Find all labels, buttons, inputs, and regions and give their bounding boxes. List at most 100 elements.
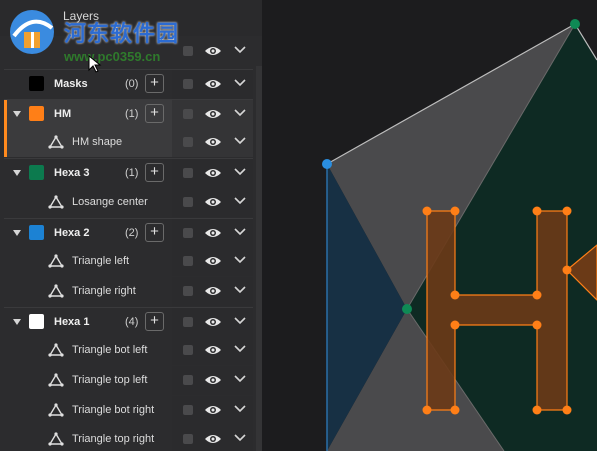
- eye-icon[interactable]: [204, 254, 222, 268]
- group-name: Hexa 2: [54, 227, 90, 239]
- layer-name: Triangle right: [72, 285, 136, 297]
- selection-accent: [4, 128, 7, 157]
- layer-controls: [172, 366, 253, 395]
- eye-icon[interactable]: [204, 166, 222, 180]
- lock-checkbox[interactable]: [183, 109, 193, 119]
- add-layer-button[interactable]: +: [145, 104, 164, 123]
- layer-item-losange-center[interactable]: Losange center: [4, 188, 253, 217]
- chevron-down-icon[interactable]: [234, 168, 246, 176]
- add-layer-button[interactable]: +: [145, 312, 164, 331]
- layer-group-hexa-1[interactable]: Hexa 1 (4) +: [4, 307, 253, 337]
- layer-controls: [172, 159, 253, 188]
- layer-item-triangle-bot-left[interactable]: Triangle bot left: [4, 336, 253, 365]
- child-count: (4): [125, 316, 139, 328]
- layer-group-hexa-2[interactable]: Hexa 2 (2) +: [4, 218, 253, 248]
- caret-down-icon[interactable]: [13, 319, 21, 325]
- eye-icon[interactable]: [204, 284, 222, 298]
- chevron-down-icon[interactable]: [234, 256, 246, 264]
- chevron-down-icon[interactable]: [234, 345, 246, 353]
- eye-icon[interactable]: [204, 107, 222, 121]
- caret-down-icon[interactable]: [13, 230, 21, 236]
- layer-item-triangle-right[interactable]: Triangle right: [4, 277, 253, 306]
- lock-checkbox[interactable]: [183, 405, 193, 415]
- layer-controls: [172, 100, 253, 129]
- chevron-down-icon[interactable]: [234, 405, 246, 413]
- caret-down-icon[interactable]: [13, 111, 21, 117]
- layer-group-hm[interactable]: HM (1) +: [4, 99, 253, 129]
- add-layer-button[interactable]: +: [145, 163, 164, 182]
- add-layer-button[interactable]: +: [145, 223, 164, 242]
- layer-controls: [172, 128, 253, 157]
- color-swatch[interactable]: [29, 225, 44, 240]
- eye-icon[interactable]: [204, 432, 222, 446]
- layer-group-hexa-3[interactable]: Hexa 3 (1) +: [4, 158, 253, 188]
- layer-item-hm-shape[interactable]: HM shape: [4, 128, 253, 157]
- layer-controls: [172, 396, 253, 425]
- eye-icon[interactable]: [204, 343, 222, 357]
- lock-checkbox[interactable]: [183, 434, 193, 444]
- chevron-down-icon[interactable]: [234, 286, 246, 294]
- lock-checkbox[interactable]: [183, 168, 193, 178]
- lock-checkbox[interactable]: [183, 256, 193, 266]
- lock-checkbox[interactable]: [183, 286, 193, 296]
- layer-item-triangle-top-right[interactable]: Triangle top right: [4, 425, 253, 451]
- layer-controls: [172, 308, 253, 337]
- watermark-logo: [10, 10, 54, 54]
- layer-group-masks[interactable]: Masks (0) +: [4, 69, 253, 99]
- green-anchor-center[interactable]: [402, 304, 412, 314]
- group-name: Hexa 1: [54, 316, 90, 328]
- layer-item-triangle-bot-right[interactable]: Triangle bot right: [4, 396, 253, 425]
- eye-icon[interactable]: [204, 226, 222, 240]
- chevron-down-icon[interactable]: [234, 375, 246, 383]
- child-count: (1): [125, 167, 139, 179]
- lock-checkbox[interactable]: [183, 79, 193, 89]
- color-swatch[interactable]: [29, 165, 44, 180]
- caret-down-icon[interactable]: [13, 170, 21, 176]
- eye-icon[interactable]: [204, 403, 222, 417]
- green-anchor-top[interactable]: [570, 19, 580, 29]
- lock-checkbox[interactable]: [183, 137, 193, 147]
- layer-item-triangle-top-left[interactable]: Triangle top left: [4, 366, 253, 395]
- eye-icon[interactable]: [204, 135, 222, 149]
- chevron-down-icon[interactable]: [234, 137, 246, 145]
- eye-icon[interactable]: [204, 373, 222, 387]
- lock-checkbox[interactable]: [183, 317, 193, 327]
- triangle-icon: [48, 343, 64, 357]
- layer-name: HM shape: [72, 136, 123, 148]
- chevron-down-icon[interactable]: [234, 79, 246, 87]
- layer-name: Triangle top right: [72, 433, 155, 445]
- color-swatch[interactable]: [29, 76, 44, 91]
- selection-accent: [4, 100, 7, 128]
- lock-checkbox[interactable]: [183, 197, 193, 207]
- child-count: (0): [125, 78, 139, 90]
- chevron-down-icon[interactable]: [234, 109, 246, 117]
- color-swatch[interactable]: [29, 106, 44, 121]
- blue-anchor-point[interactable]: [322, 159, 332, 169]
- chevron-down-icon[interactable]: [234, 317, 246, 325]
- design-canvas[interactable]: [262, 0, 597, 451]
- watermark-url: www.pc0359.cn: [64, 49, 161, 64]
- lock-checkbox[interactable]: [183, 345, 193, 355]
- layer-name: Triangle top left: [72, 374, 148, 386]
- eye-icon[interactable]: [204, 315, 222, 329]
- triangle-icon: [48, 284, 64, 298]
- canvas-artwork: [322, 19, 597, 451]
- group-name: Hexa 3: [54, 167, 90, 179]
- chevron-down-icon[interactable]: [234, 228, 246, 236]
- chevron-down-icon[interactable]: [234, 46, 246, 54]
- watermark-text: 河东软件园: [64, 21, 180, 46]
- chevron-down-icon[interactable]: [234, 197, 246, 205]
- eye-icon[interactable]: [204, 44, 222, 58]
- layer-item-triangle-left[interactable]: Triangle left: [4, 247, 253, 276]
- triangle-icon: [48, 195, 64, 209]
- eye-icon[interactable]: [204, 77, 222, 91]
- chevron-down-icon[interactable]: [234, 434, 246, 442]
- add-layer-button[interactable]: +: [145, 74, 164, 93]
- eye-icon[interactable]: [204, 195, 222, 209]
- layer-name: Losange center: [72, 196, 148, 208]
- header-lock-checkbox[interactable]: [183, 46, 193, 56]
- lock-checkbox[interactable]: [183, 228, 193, 238]
- layer-controls: [172, 425, 253, 451]
- color-swatch[interactable]: [29, 314, 44, 329]
- lock-checkbox[interactable]: [183, 375, 193, 385]
